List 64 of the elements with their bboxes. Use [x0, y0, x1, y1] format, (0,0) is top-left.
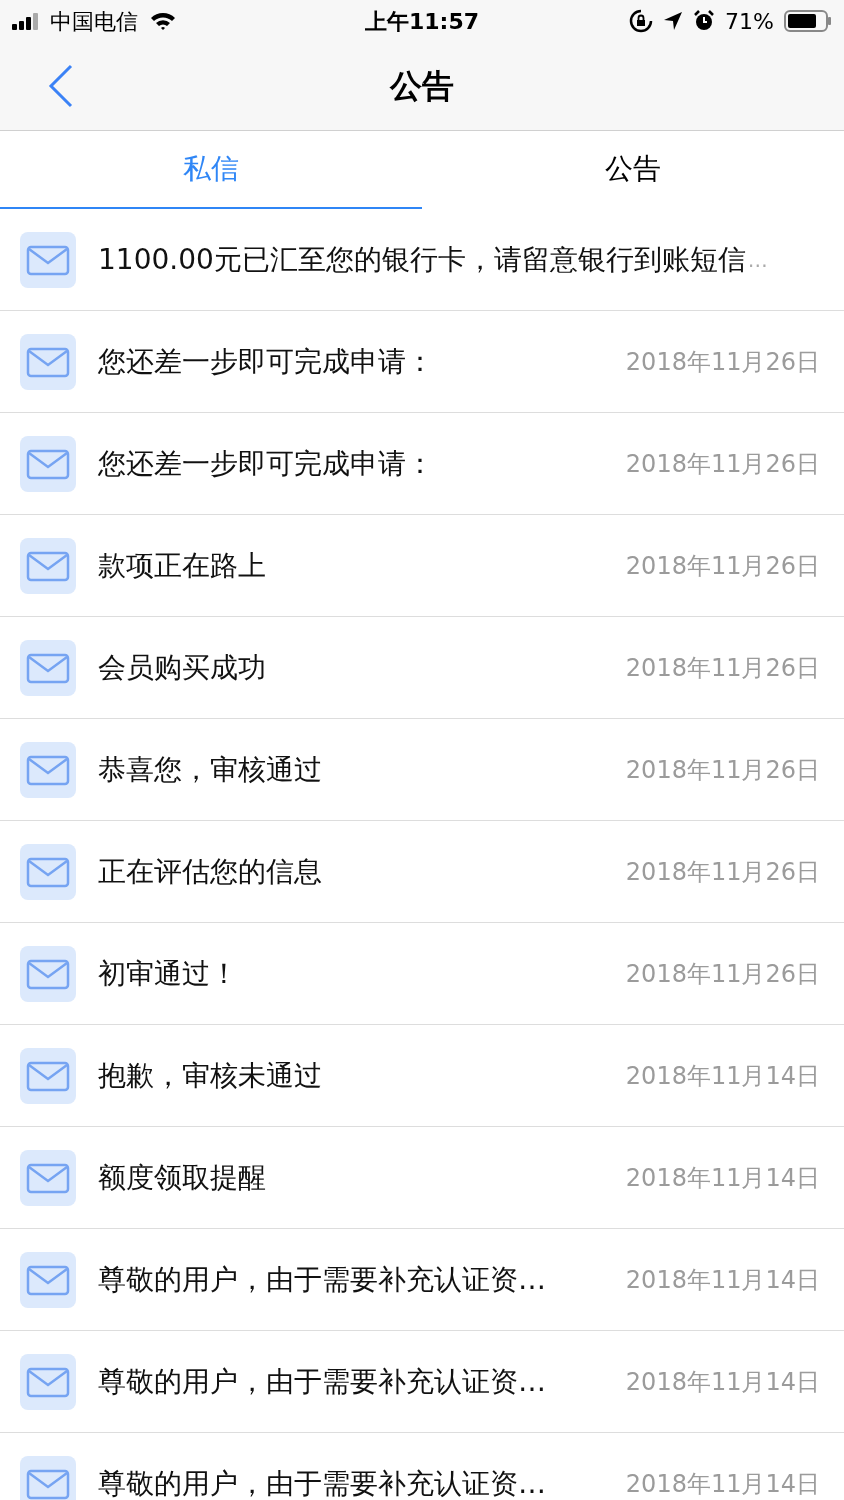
page-title: 公告	[390, 66, 454, 107]
message-title: 1100.00元已汇至您的银行卡，请留意银行到账短信	[98, 241, 746, 278]
battery-icon	[784, 10, 832, 32]
message-date: 2018年11月26日	[625, 346, 820, 378]
message-row[interactable]: 额度领取提醒 2018年11月14日	[0, 1127, 844, 1229]
battery-percent: 71%	[725, 7, 774, 36]
envelope-icon	[20, 333, 76, 390]
envelope-icon	[20, 1047, 76, 1104]
message-title: 尊敬的用户，由于需要补充认证资…	[98, 1261, 546, 1298]
message-row[interactable]: 抱歉，审核未通过 2018年11月14日	[0, 1025, 844, 1127]
message-date: 2018年11月26日	[625, 754, 820, 786]
envelope-icon	[20, 1353, 76, 1410]
status-time: 上午11:57	[365, 7, 479, 36]
message-row[interactable]: 1100.00元已汇至您的银行卡，请留意银行到账短信…	[0, 209, 844, 311]
message-title: 会员购买成功	[98, 649, 266, 686]
message-date: 2018年11月26日	[625, 448, 820, 480]
message-row[interactable]: 会员购买成功 2018年11月26日	[0, 617, 844, 719]
message-title: 尊敬的用户，由于需要补充认证资…	[98, 1465, 546, 1500]
message-date: 2018年11月14日	[625, 1366, 820, 1398]
envelope-icon	[20, 1149, 76, 1206]
message-title: 恭喜您，审核通过	[98, 751, 322, 788]
wifi-icon	[150, 11, 176, 31]
carrier-name: 中国电信	[50, 7, 138, 36]
message-row[interactable]: 正在评估您的信息 2018年11月26日	[0, 821, 844, 923]
message-date: 2018年11月26日	[625, 856, 820, 888]
message-row[interactable]: 您还差一步即可完成申请： 2018年11月26日	[0, 413, 844, 515]
message-row[interactable]: 尊敬的用户，由于需要补充认证资… 2018年11月14日	[0, 1229, 844, 1331]
message-title: 款项正在路上	[98, 547, 266, 584]
envelope-icon	[20, 435, 76, 492]
message-row[interactable]: 初审通过！ 2018年11月26日	[0, 923, 844, 1025]
message-row[interactable]: 您还差一步即可完成申请： 2018年11月26日	[0, 311, 844, 413]
message-date: 2018年11月26日	[625, 652, 820, 684]
message-row[interactable]: 尊敬的用户，由于需要补充认证资… 2018年11月14日	[0, 1433, 844, 1500]
back-icon[interactable]	[48, 64, 74, 108]
message-date: 2018年11月14日	[625, 1468, 820, 1500]
message-title: 初审通过！	[98, 955, 238, 992]
alarm-icon	[693, 10, 716, 32]
envelope-icon	[20, 741, 76, 798]
rotation-lock-icon	[629, 9, 654, 33]
message-title: 您还差一步即可完成申请：	[98, 445, 434, 482]
tab[interactable]: 公告	[422, 131, 844, 209]
tab[interactable]: 私信	[0, 131, 422, 209]
message-date: 2018年11月14日	[625, 1264, 820, 1296]
envelope-icon	[20, 945, 76, 1002]
envelope-icon	[20, 537, 76, 594]
message-date: 2018年11月14日	[625, 1060, 820, 1092]
message-title: 额度领取提醒	[98, 1159, 266, 1196]
envelope-icon	[20, 1455, 76, 1500]
ellipsis: …	[747, 246, 768, 274]
envelope-icon	[20, 843, 76, 900]
message-row[interactable]: 恭喜您，审核通过 2018年11月26日	[0, 719, 844, 821]
message-date: 2018年11月26日	[625, 958, 820, 990]
envelope-icon	[20, 231, 76, 288]
message-date: 2018年11月26日	[625, 550, 820, 582]
message-title: 您还差一步即可完成申请：	[98, 343, 434, 380]
message-title: 正在评估您的信息	[98, 853, 322, 890]
envelope-icon	[20, 639, 76, 696]
message-title: 尊敬的用户，由于需要补充认证资…	[98, 1363, 546, 1400]
location-icon	[663, 11, 684, 31]
message-row[interactable]: 尊敬的用户，由于需要补充认证资… 2018年11月14日	[0, 1331, 844, 1433]
message-row[interactable]: 款项正在路上 2018年11月26日	[0, 515, 844, 617]
message-date: 2018年11月14日	[625, 1162, 820, 1194]
message-title: 抱歉，审核未通过	[98, 1057, 322, 1094]
envelope-icon	[20, 1251, 76, 1308]
